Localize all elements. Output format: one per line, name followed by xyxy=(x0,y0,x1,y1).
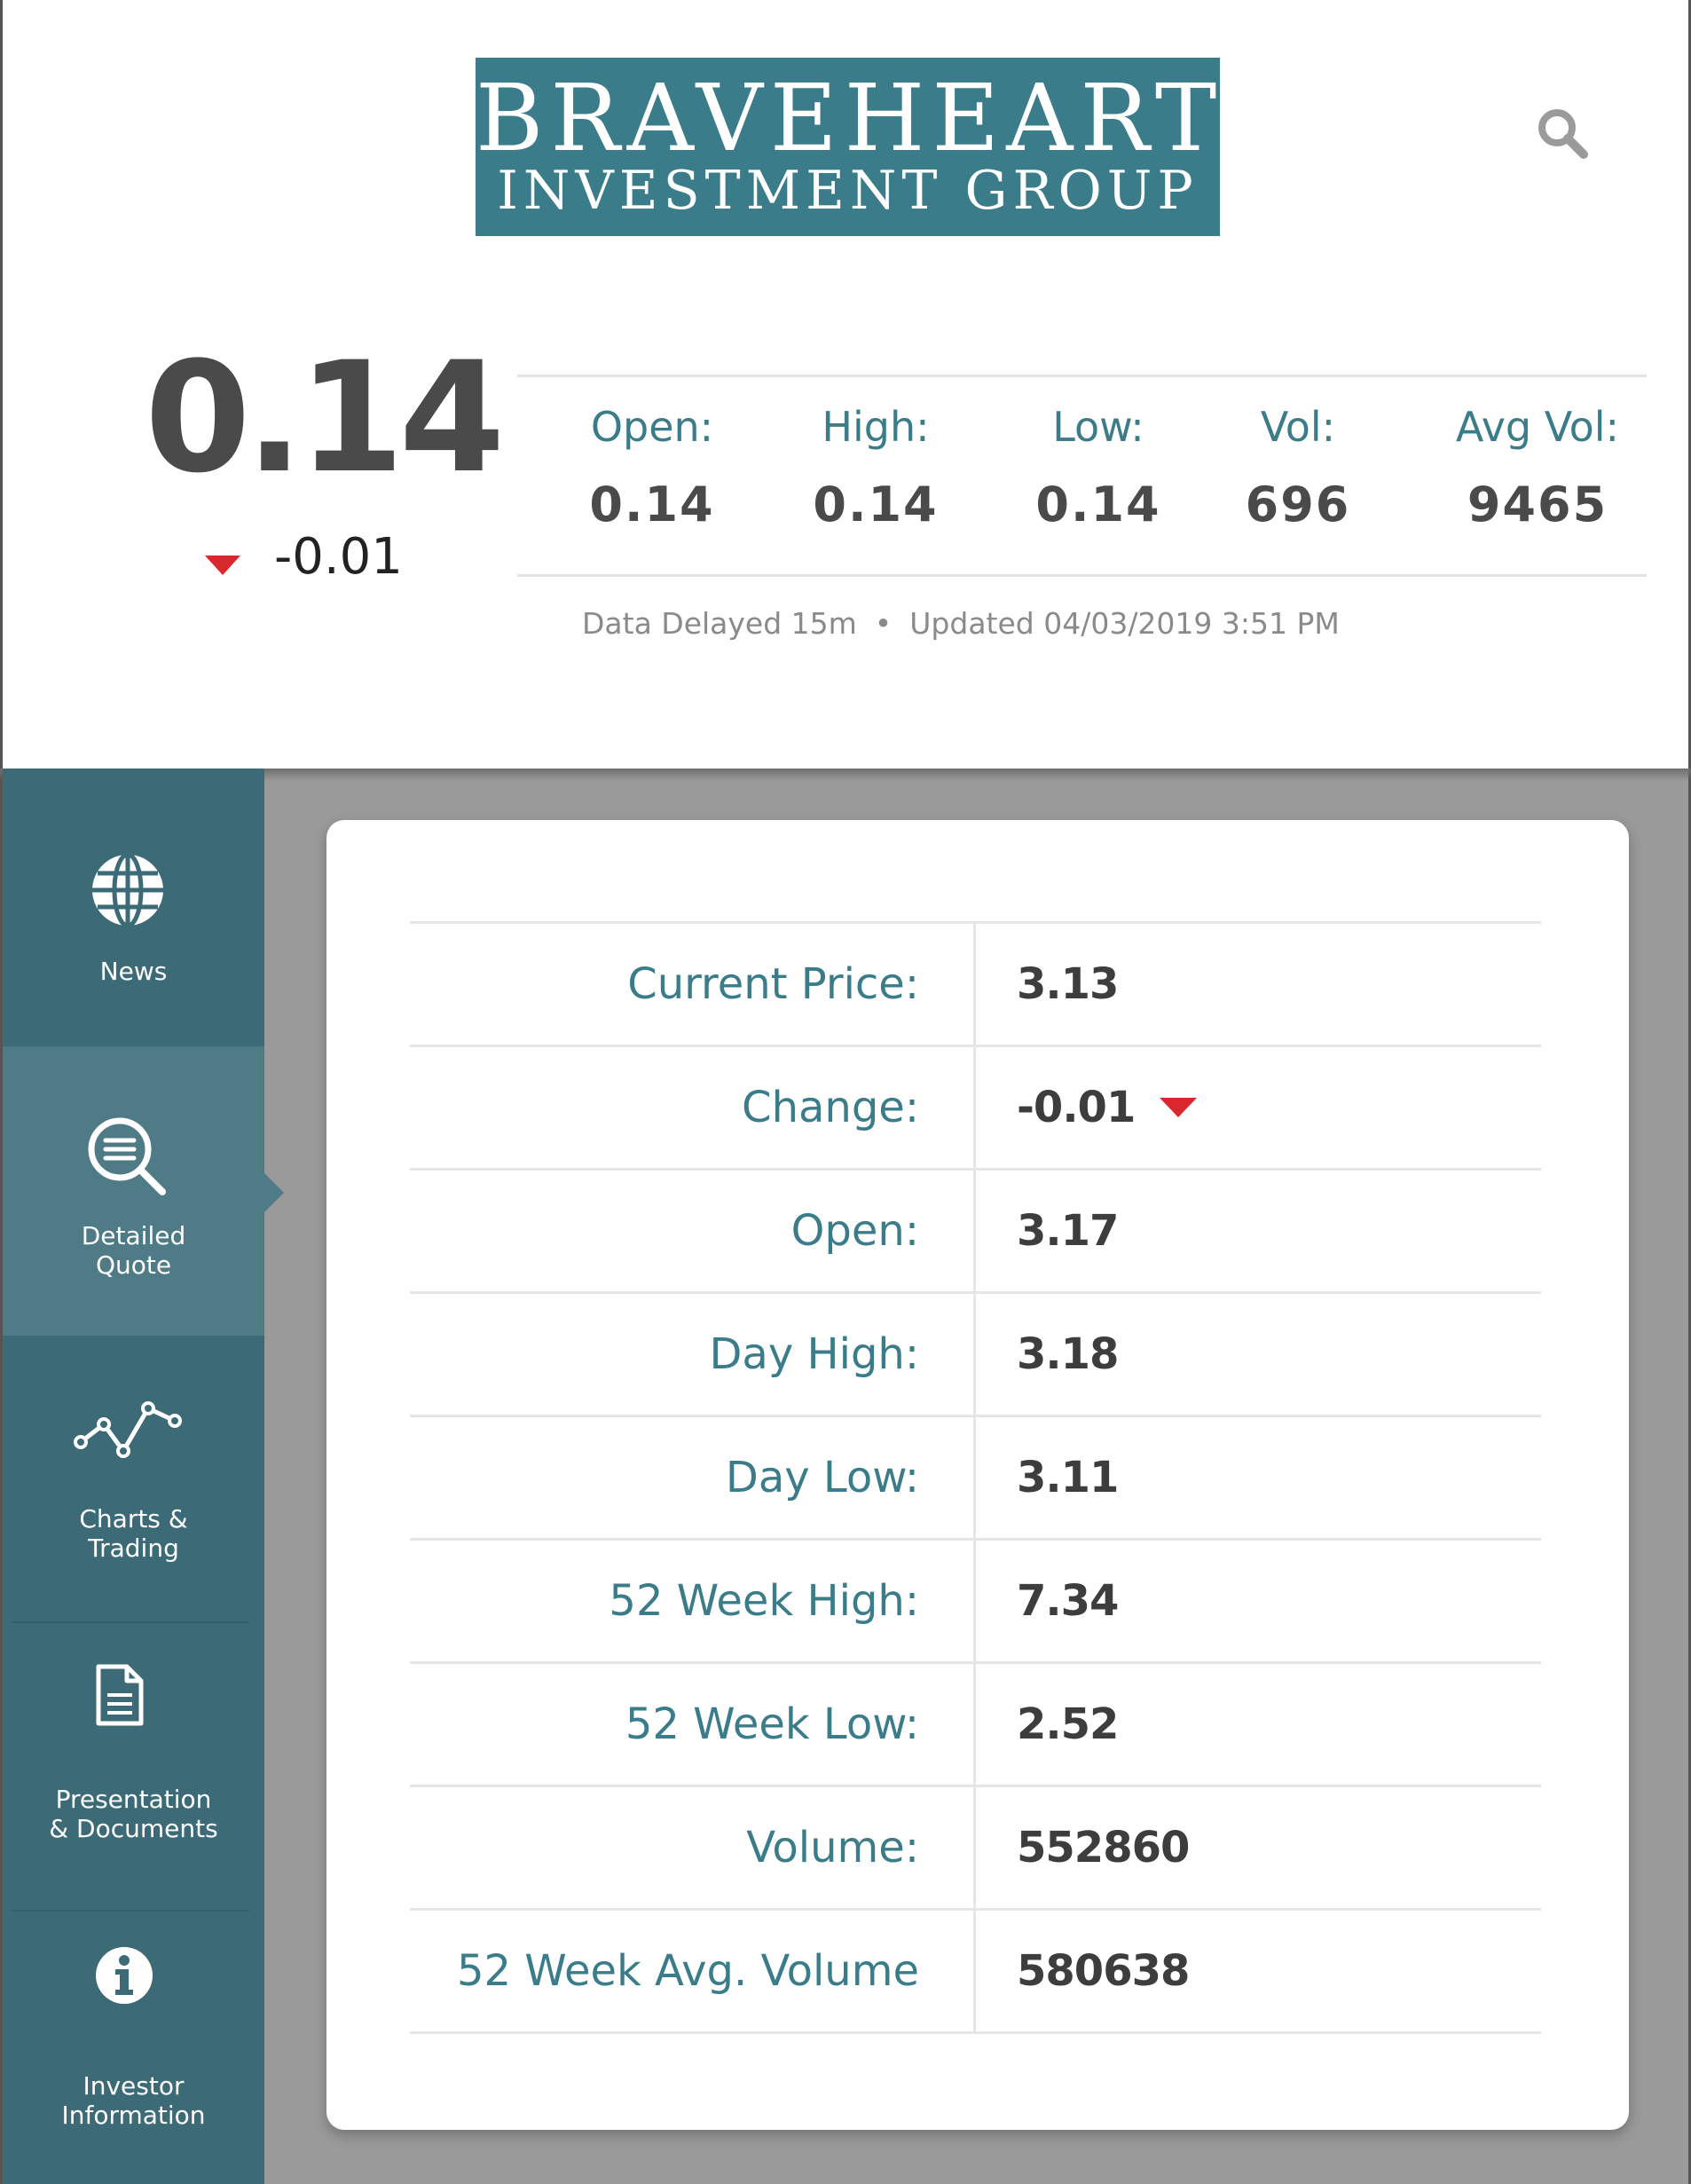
sidebar-item-detailed-quote[interactable]: Detailed Quote xyxy=(3,1046,264,1336)
sidebar-item-label: Detailed Quote xyxy=(81,1221,186,1280)
row-value: 580638 xyxy=(1017,1946,1190,1996)
row-label: Current Price: xyxy=(627,959,919,1009)
row-value: 3.17 xyxy=(1017,1206,1119,1256)
column-divider xyxy=(973,1417,976,1538)
stat-value: 0.14 xyxy=(589,477,715,532)
data-delay-note: Data Delayed 15m • Updated 04/03/2019 3:51… xyxy=(582,609,1340,638)
line-chart-icon xyxy=(74,1401,182,1458)
row-label: 52 Week Low: xyxy=(625,1699,919,1749)
row-label: Day High: xyxy=(709,1329,919,1379)
search-icon[interactable] xyxy=(1534,105,1591,162)
stat-avg-volume: Avg Vol: 9465 xyxy=(1422,406,1653,529)
column-divider xyxy=(973,1294,976,1415)
column-divider xyxy=(973,1047,976,1168)
document-icon xyxy=(96,1664,144,1726)
column-divider xyxy=(973,1541,976,1661)
column-divider xyxy=(973,924,976,1045)
stats-divider-bottom xyxy=(517,574,1647,577)
down-arrow-icon xyxy=(1160,1098,1198,1117)
sidebar-item-investor-information[interactable]: Investor Information xyxy=(3,1912,264,2184)
sidebar-item-label: Charts & Trading xyxy=(79,1504,188,1563)
sidebar-item-charts-trading[interactable]: Charts & Trading xyxy=(3,1336,264,1623)
stat-value: 9465 xyxy=(1467,477,1608,532)
row-value: 552860 xyxy=(1017,1823,1190,1873)
logo-line-1: BRAVEHEART xyxy=(476,64,1224,172)
change-value: -0.01 xyxy=(1017,1083,1136,1132)
quote-table: Current Price: 3.13 Change: -0.01 Open: … xyxy=(410,921,1541,2034)
detailed-quote-icon xyxy=(88,1117,166,1195)
page: BRAVEHEART INVESTMENT GROUP 0.14 -0.01 O… xyxy=(0,0,1691,2184)
stat-label: Vol: xyxy=(1260,403,1336,451)
sidebar: News Detailed Quote Charts & Trading Pre… xyxy=(3,769,264,2184)
stat-label: High: xyxy=(822,403,930,451)
stat-low: Low: 0.14 xyxy=(983,406,1214,529)
row-label: Volume: xyxy=(746,1823,919,1873)
delay-text: Data Delayed 15m xyxy=(582,606,857,641)
row-value: 2.52 xyxy=(1017,1699,1119,1749)
table-row: Day Low: 3.11 xyxy=(410,1417,1541,1541)
stat-label: Low: xyxy=(1052,403,1144,451)
stat-value: 0.14 xyxy=(813,477,939,532)
column-divider xyxy=(973,1787,976,1908)
stat-volume: Vol: 696 xyxy=(1183,406,1413,529)
sidebar-item-label: News xyxy=(99,957,168,986)
column-divider xyxy=(973,1911,976,2031)
stat-high: High: 0.14 xyxy=(760,406,991,529)
sidebar-item-label: Presentation & Documents xyxy=(49,1785,218,1843)
sidebar-item-news[interactable]: News xyxy=(3,769,264,1046)
stat-value: 696 xyxy=(1245,477,1351,532)
stat-value: 0.14 xyxy=(1035,477,1161,532)
sidebar-item-label: Investor Information xyxy=(61,2071,206,2130)
table-row: Day High: 3.18 xyxy=(410,1294,1541,1417)
last-price: 0.14 xyxy=(145,328,505,507)
row-value: 3.18 xyxy=(1017,1329,1119,1379)
row-label: 52 Week Avg. Volume xyxy=(456,1946,919,1996)
row-label: 52 Week High: xyxy=(609,1576,919,1626)
sidebar-item-presentation-documents[interactable]: Presentation & Documents xyxy=(3,1623,264,1910)
row-value-change: -0.01 xyxy=(1017,1047,1198,1168)
row-value: 3.13 xyxy=(1017,959,1119,1009)
column-divider xyxy=(973,1171,976,1291)
table-row: Current Price: 3.13 xyxy=(410,924,1541,1047)
active-indicator xyxy=(264,1173,284,1212)
table-row: 52 Week High: 7.34 xyxy=(410,1541,1541,1664)
info-icon xyxy=(96,1947,153,2004)
table-row: Volume: 552860 xyxy=(410,1787,1541,1911)
detailed-quote-card: Current Price: 3.13 Change: -0.01 Open: … xyxy=(326,820,1629,2130)
row-label: Open: xyxy=(790,1206,919,1256)
down-arrow-icon xyxy=(205,556,240,575)
column-divider xyxy=(973,1664,976,1785)
table-row: 52 Week Avg. Volume 580638 xyxy=(410,1911,1541,2034)
table-row: 52 Week Low: 2.52 xyxy=(410,1664,1541,1787)
stat-open: Open: 0.14 xyxy=(537,406,767,529)
globe-icon xyxy=(92,852,163,928)
updated-timestamp: Updated 04/03/2019 3:51 PM xyxy=(909,606,1340,641)
price-change: -0.01 xyxy=(274,528,403,586)
row-label: Day Low: xyxy=(725,1453,919,1502)
stat-label: Avg Vol: xyxy=(1455,403,1620,451)
row-label: Change: xyxy=(742,1083,919,1132)
company-logo[interactable]: BRAVEHEART INVESTMENT GROUP xyxy=(476,58,1220,236)
table-row: Change: -0.01 xyxy=(410,1047,1541,1171)
stat-label: Open: xyxy=(590,403,714,451)
table-row: Open: 3.17 xyxy=(410,1171,1541,1294)
separator-dot: • xyxy=(874,606,893,641)
quote-header: BRAVEHEART INVESTMENT GROUP 0.14 -0.01 O… xyxy=(0,0,1691,769)
stats-divider-top xyxy=(517,375,1647,377)
logo-line-2: INVESTMENT GROUP xyxy=(497,160,1199,222)
row-value: 7.34 xyxy=(1017,1576,1119,1626)
row-value: 3.11 xyxy=(1017,1453,1119,1502)
